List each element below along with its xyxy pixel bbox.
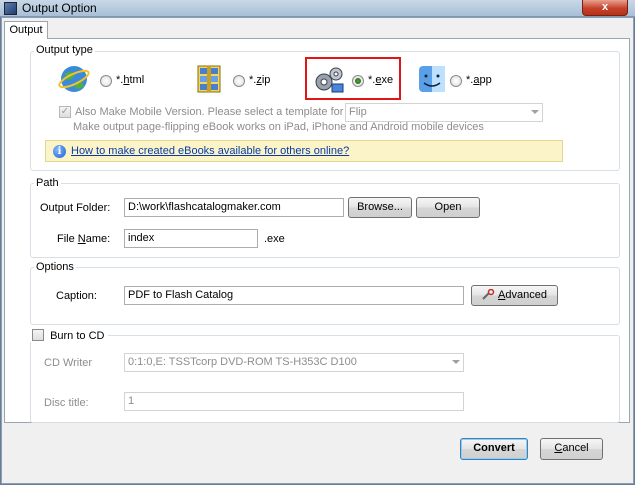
tab-output[interactable]: Output — [4, 21, 48, 39]
radio-html[interactable] — [100, 75, 112, 87]
mobile-template-select[interactable]: Flip — [345, 103, 543, 122]
cd-writer-value: 0:1:0,E: TSSTcorp DVD-ROM TS-H353C D100 — [128, 356, 357, 368]
chevron-down-icon — [452, 360, 460, 364]
browse-button[interactable]: Browse... — [348, 197, 412, 218]
advanced-icon — [482, 288, 495, 300]
radio-app-label[interactable]: *.app — [466, 74, 492, 86]
mobile-version-checkbox[interactable]: ✓ — [59, 106, 71, 118]
file-name-label: File Name: — [57, 233, 111, 245]
file-name-input[interactable]: index — [124, 229, 258, 248]
close-button[interactable]: x — [582, 0, 628, 16]
chevron-down-icon — [531, 110, 539, 114]
radio-html-label[interactable]: *.html — [116, 74, 144, 86]
cd-writer-select[interactable]: 0:1:0,E: TSSTcorp DVD-ROM TS-H353C D100 — [124, 353, 464, 372]
advanced-button[interactable]: Advanced — [471, 285, 558, 306]
output-folder-label: Output Folder: — [40, 202, 111, 214]
globe-icon — [57, 62, 91, 96]
mobile-version-label: Also Make Mobile Version. Please select … — [75, 106, 382, 118]
disc-title-input[interactable]: 1 — [124, 392, 464, 411]
radio-zip[interactable] — [233, 75, 245, 87]
output-folder-input[interactable]: D:\work\flashcatalogmaker.com — [124, 198, 344, 217]
window-title: Output Option — [22, 1, 97, 15]
zip-archive-icon — [192, 62, 226, 96]
burn-to-cd-label[interactable]: Burn to CD — [50, 330, 104, 342]
cd-writer-label: CD Writer — [44, 357, 93, 369]
caption-input[interactable]: PDF to Flash Catalog — [124, 286, 464, 305]
caption-label: Caption: — [56, 290, 97, 302]
app-icon — [4, 2, 17, 15]
path-legend: Path — [34, 177, 61, 189]
file-extension: .exe — [264, 233, 285, 245]
mobile-template-value: Flip — [349, 106, 367, 118]
open-button[interactable]: Open — [416, 197, 480, 218]
burn-legend-wrap: Burn to CD — [30, 329, 109, 342]
mac-finder-icon — [415, 62, 449, 96]
options-legend: Options — [34, 261, 76, 273]
info-icon: i — [53, 145, 66, 158]
path-group — [30, 183, 620, 258]
mobile-note: Make output page-flipping eBook works on… — [73, 121, 484, 133]
cancel-button[interactable]: Cancel — [540, 438, 603, 460]
convert-button[interactable]: Convert — [460, 438, 528, 460]
disc-title-label: Disc title: — [44, 397, 89, 409]
info-bar: i How to make created eBooks available f… — [45, 140, 563, 162]
burn-to-cd-checkbox[interactable] — [32, 329, 44, 341]
output-type-legend: Output type — [34, 44, 95, 56]
highlight-box — [305, 57, 401, 100]
radio-app[interactable] — [450, 75, 462, 87]
radio-zip-label[interactable]: *.zip — [249, 74, 270, 86]
help-link[interactable]: How to make created eBooks available for… — [71, 145, 349, 157]
